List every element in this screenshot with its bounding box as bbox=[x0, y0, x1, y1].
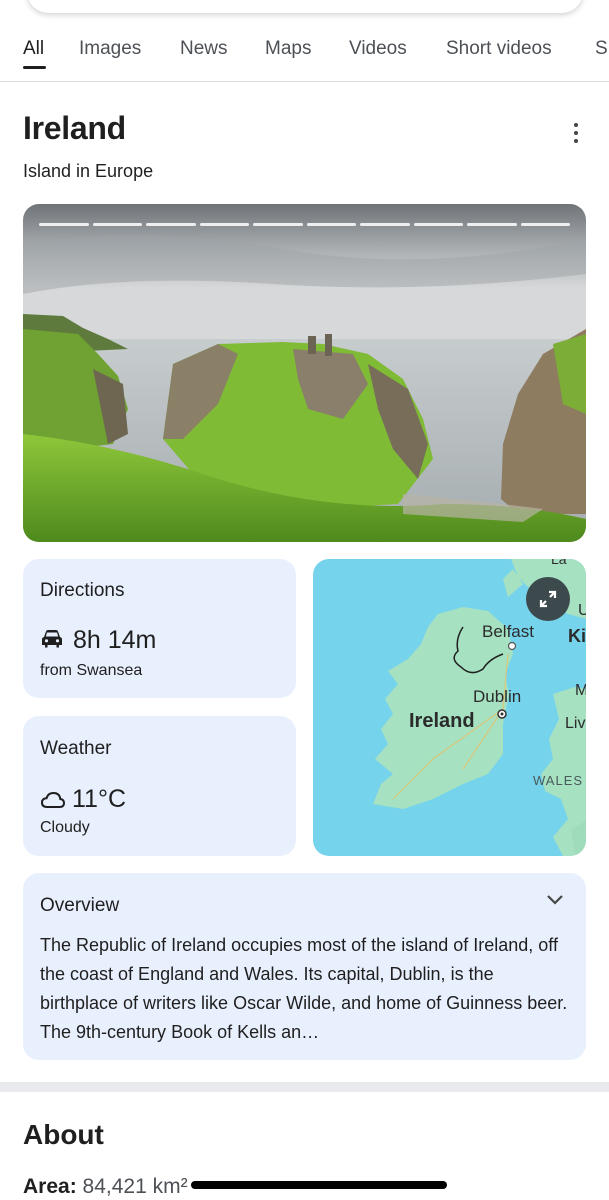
weather-title: Weather bbox=[40, 738, 112, 759]
map-thumbnail[interactable]: Belfast Dublin Ireland WALES Ki Liv M U … bbox=[313, 559, 586, 856]
tab-videos[interactable]: Videos bbox=[349, 38, 407, 60]
active-tab-indicator bbox=[23, 66, 46, 69]
tab-news[interactable]: News bbox=[180, 38, 228, 60]
tab-more[interactable]: S bbox=[595, 38, 608, 60]
home-indicator[interactable] bbox=[191, 1181, 447, 1189]
about-title: About bbox=[23, 1119, 104, 1150]
map-label-ki: Ki bbox=[568, 626, 586, 646]
temperature: 11°C bbox=[72, 785, 127, 813]
section-divider bbox=[0, 1082, 609, 1092]
tab-maps[interactable]: Maps bbox=[265, 38, 311, 60]
directions-origin: from Swansea bbox=[40, 662, 143, 679]
map-label-liv: Liv bbox=[565, 715, 586, 732]
expand-icon bbox=[539, 590, 557, 608]
map-label-u: U bbox=[578, 602, 586, 619]
overview-text: The Republic of Ireland occupies most of… bbox=[40, 935, 568, 1042]
landscape-photo bbox=[23, 204, 586, 542]
tab-short-videos[interactable]: Short videos bbox=[446, 38, 552, 60]
search-tabs: All Images News Maps Videos Short videos… bbox=[0, 26, 609, 82]
map-label-la: La bbox=[551, 559, 567, 567]
map-label-dublin: Dublin bbox=[473, 687, 522, 706]
map-label-ireland: Ireland bbox=[409, 710, 475, 732]
chevron-down-icon[interactable] bbox=[545, 893, 565, 912]
cloud-icon bbox=[40, 791, 66, 814]
tab-images[interactable]: Images bbox=[79, 38, 141, 60]
entity-title: Ireland bbox=[23, 110, 126, 146]
overview-title: Overview bbox=[40, 895, 120, 916]
area-fact: Area: 84,421 km² bbox=[23, 1175, 188, 1199]
entity-subtitle: Island in Europe bbox=[23, 161, 154, 181]
directions-title: Directions bbox=[40, 580, 125, 601]
travel-time: 8h 14m bbox=[73, 626, 157, 654]
hero-image[interactable] bbox=[23, 204, 586, 542]
search-bar[interactable] bbox=[27, 0, 583, 13]
weather-condition: Cloudy bbox=[40, 819, 90, 836]
map-label-m: M bbox=[575, 682, 586, 699]
map-label-wales: WALES bbox=[533, 773, 584, 788]
area-value: 84,421 km² bbox=[82, 1175, 188, 1198]
weather-card[interactable]: Weather 11°C Cloudy bbox=[23, 716, 296, 856]
tab-all[interactable]: All bbox=[23, 38, 44, 60]
story-progress-bars bbox=[39, 223, 570, 226]
map-label-belfast: Belfast bbox=[482, 622, 534, 641]
expand-map-button[interactable] bbox=[526, 577, 570, 621]
car-icon bbox=[40, 629, 64, 654]
overview-card[interactable]: Overview The Republic of Ireland occupie… bbox=[23, 873, 586, 1060]
more-options-icon[interactable] bbox=[565, 120, 587, 146]
area-label: Area: bbox=[23, 1175, 77, 1198]
directions-card[interactable]: Directions 8h 14m from Swansea bbox=[23, 559, 296, 698]
